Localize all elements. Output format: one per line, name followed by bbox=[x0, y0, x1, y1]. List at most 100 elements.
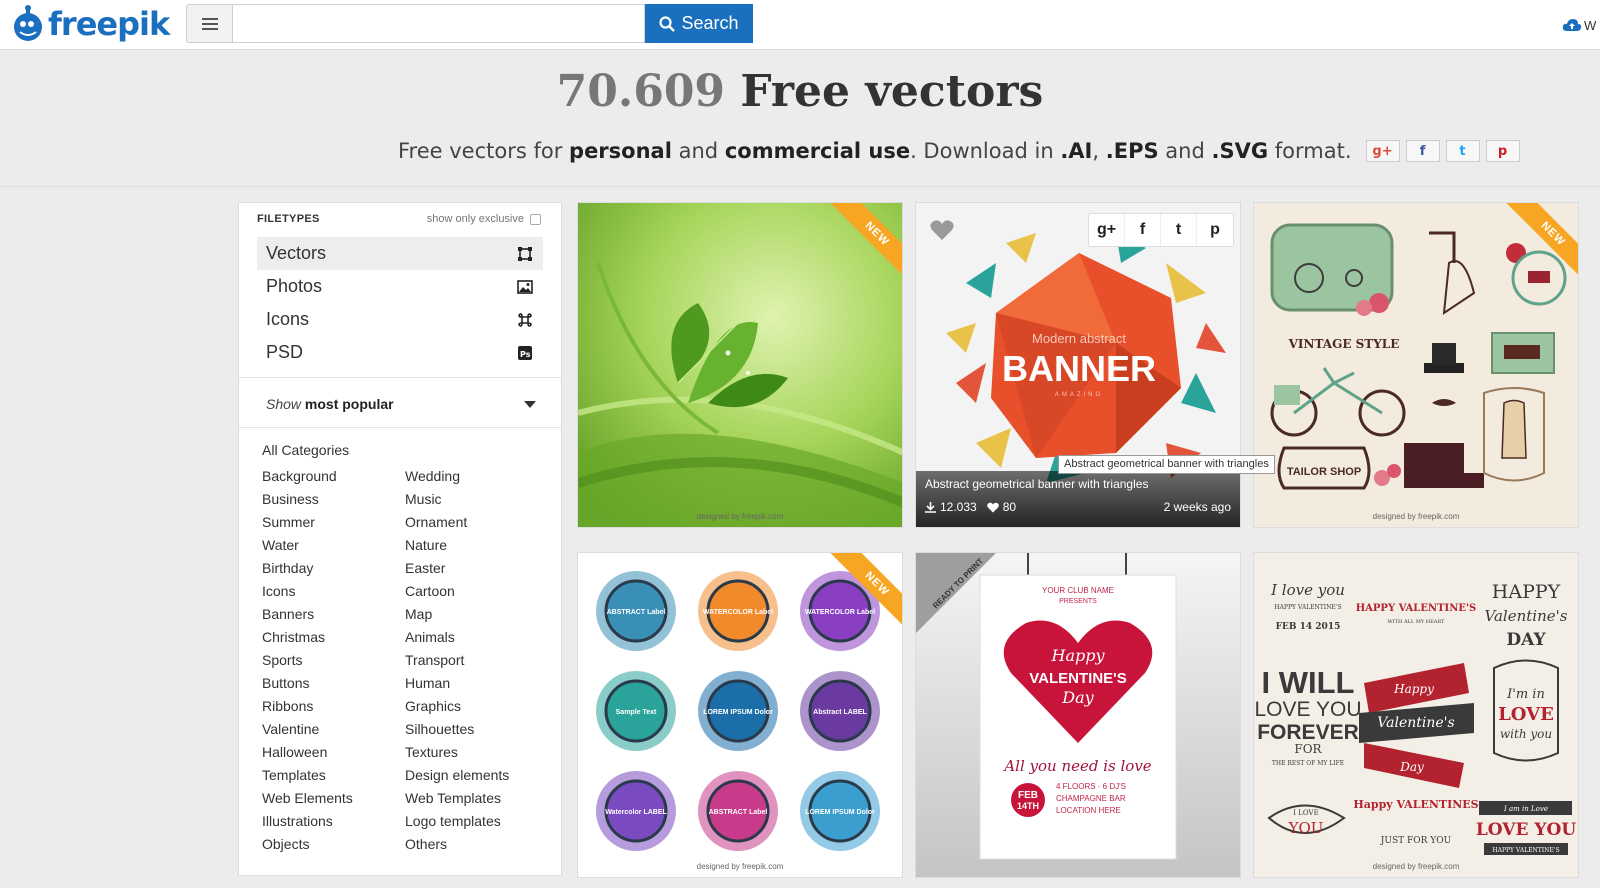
pinterest-icon[interactable]: p bbox=[1485, 140, 1520, 162]
resource-card[interactable]: I love you HAPPY VALENTINE'S FEB 14 2015… bbox=[1253, 552, 1579, 878]
download-count: 12.033 bbox=[940, 500, 977, 514]
pinterest-icon[interactable]: p bbox=[1197, 214, 1233, 246]
caret-down-icon bbox=[524, 400, 536, 408]
category-link[interactable]: Web Templates bbox=[405, 787, 555, 810]
category-link[interactable]: Ribbons bbox=[262, 695, 412, 718]
hamburger-icon bbox=[201, 17, 218, 30]
detail-line: LOCATION HERE bbox=[1056, 806, 1121, 815]
category-link[interactable]: Ornament bbox=[405, 511, 555, 534]
category-link[interactable]: Sports bbox=[262, 649, 412, 672]
category-link[interactable]: Textures bbox=[405, 741, 555, 764]
category-link[interactable]: Water bbox=[262, 534, 412, 557]
twitter-icon[interactable]: t bbox=[1445, 140, 1480, 162]
category-link[interactable]: Nature bbox=[405, 534, 555, 557]
resource-card[interactable]: VINTAGE STYLE TAILOR SHOP NEW designed b… bbox=[1253, 202, 1579, 528]
category-link[interactable]: Templates bbox=[262, 764, 412, 787]
search-input[interactable] bbox=[232, 4, 645, 43]
google-plus-icon[interactable]: g+ bbox=[1089, 214, 1125, 246]
i-am-in-love: I am in Love bbox=[1503, 805, 1548, 813]
like-stat: 80 bbox=[986, 500, 1016, 514]
heart-icon[interactable] bbox=[930, 219, 954, 241]
heart-icon bbox=[986, 502, 999, 512]
category-all[interactable]: All Categories bbox=[262, 442, 349, 458]
resource-card[interactable]: Modern abstract BANNER AMAZING g+ f t p … bbox=[915, 202, 1241, 528]
category-link[interactable]: Wedding bbox=[405, 465, 555, 488]
category-link[interactable]: Human bbox=[405, 672, 555, 695]
category-link[interactable]: Business bbox=[262, 488, 412, 511]
category-link[interactable]: Birthday bbox=[262, 557, 412, 580]
category-link[interactable]: Icons bbox=[262, 580, 412, 603]
menu-button[interactable] bbox=[186, 4, 232, 43]
subtitle-text: and bbox=[1165, 139, 1205, 163]
photo-icon bbox=[517, 279, 533, 294]
banner-title: BANNER bbox=[1002, 348, 1156, 389]
badge-label: Sample Text bbox=[616, 709, 657, 716]
resource-card[interactable]: YOUR CLUB NAME PRESENTS Happy VALENTINE'… bbox=[915, 552, 1241, 878]
category-link[interactable]: Silhouettes bbox=[405, 718, 555, 741]
subtitle-bold: .SVG bbox=[1211, 139, 1269, 163]
watercolor-badge: ABSTRACT Label bbox=[698, 771, 778, 851]
category-link[interactable]: Transport bbox=[405, 649, 555, 672]
card-title: Abstract geometrical banner with triangl… bbox=[925, 477, 1149, 491]
sort-dropdown[interactable]: Show most popular bbox=[266, 391, 536, 417]
exclusive-checkbox[interactable] bbox=[530, 213, 541, 225]
presents: PRESENTS bbox=[1059, 598, 1097, 605]
subtitle-text: and bbox=[678, 139, 719, 163]
credit-text: designed by freepik.com bbox=[1372, 862, 1460, 871]
happy-text: Happy bbox=[1050, 646, 1105, 665]
filetype-vectors[interactable]: Vectors bbox=[257, 237, 543, 270]
divider bbox=[239, 427, 561, 428]
category-link[interactable]: Logo templates bbox=[405, 810, 555, 833]
freepik-logo[interactable]: freepik bbox=[8, 4, 170, 44]
category-link[interactable]: Summer bbox=[262, 511, 412, 534]
category-link[interactable]: Illustrations bbox=[262, 810, 412, 833]
credit-text: designed by freepik.com bbox=[696, 512, 784, 521]
im-in: I'm in bbox=[1506, 687, 1545, 702]
category-link[interactable]: Animals bbox=[405, 626, 555, 649]
facebook-icon[interactable]: f bbox=[1125, 214, 1161, 246]
category-link[interactable]: Web Elements bbox=[262, 787, 412, 810]
exclusive-filter[interactable]: show only exclusive bbox=[427, 213, 541, 225]
twitter-icon[interactable]: t bbox=[1161, 214, 1197, 246]
photoshop-icon: Ps bbox=[518, 345, 532, 360]
category-link[interactable]: Christmas bbox=[262, 626, 412, 649]
category-link[interactable]: Cartoon bbox=[405, 580, 555, 603]
tooltip: Abstract geometrical banner with triangl… bbox=[1058, 455, 1275, 474]
filetype-photos[interactable]: Photos bbox=[257, 270, 543, 303]
filetype-psd[interactable]: PSD Ps bbox=[257, 336, 543, 369]
category-link[interactable]: Objects bbox=[262, 833, 412, 856]
google-plus-icon[interactable]: g+ bbox=[1365, 140, 1400, 162]
facebook-icon[interactable]: f bbox=[1405, 140, 1440, 162]
resource-card[interactable]: NEW designed by freepik.com bbox=[577, 202, 903, 528]
category-link[interactable]: Buttons bbox=[262, 672, 412, 695]
category-link[interactable]: Graphics bbox=[405, 695, 555, 718]
category-link[interactable]: Map bbox=[405, 603, 555, 626]
search-button[interactable]: Search bbox=[645, 4, 753, 43]
resource-card[interactable]: ABSTRACT Label WATERCOLOR Label WATERCOLOR… bbox=[577, 552, 903, 878]
date-month: FEB bbox=[1018, 790, 1038, 801]
upload-label: W bbox=[1584, 17, 1597, 33]
category-link[interactable]: Banners bbox=[262, 603, 412, 626]
category-link[interactable]: Easter bbox=[405, 557, 555, 580]
category-link[interactable]: Others bbox=[405, 833, 555, 856]
watercolor-badge: LOREM IPSUM Dolor bbox=[800, 771, 880, 851]
subtitle-text: , bbox=[1092, 139, 1100, 163]
category-link[interactable]: Halloween bbox=[262, 741, 412, 764]
divider bbox=[239, 377, 561, 378]
badge-label: LOREM IPSUM Dolor bbox=[703, 709, 773, 716]
subtitle-bold: commercial use bbox=[724, 139, 911, 163]
credit-text: designed by freepik.com bbox=[696, 862, 784, 871]
upload-link[interactable]: W bbox=[1562, 13, 1600, 37]
category-link[interactable]: Valentine bbox=[262, 718, 412, 741]
vintage-label: VINTAGE STYLE bbox=[1288, 337, 1400, 351]
category-column: Wedding Music Ornament Nature Easter Cartoon M… bbox=[405, 465, 555, 856]
watercolor-badge: Sample Text bbox=[596, 671, 676, 751]
category-link[interactable]: Background bbox=[262, 465, 412, 488]
thumbnail-image: ABSTRACT Label WATERCOLOR Label WATERCOLOR… bbox=[578, 553, 902, 877]
tailor-label: TAILOR SHOP bbox=[1287, 466, 1361, 478]
detail-line: CHAMPAGNE BAR bbox=[1056, 794, 1126, 803]
hv-small: HAPPY VALENTINE'S bbox=[1274, 604, 1341, 611]
category-link[interactable]: Design elements bbox=[405, 764, 555, 787]
filetype-icons[interactable]: Icons bbox=[257, 303, 543, 336]
category-link[interactable]: Music bbox=[405, 488, 555, 511]
